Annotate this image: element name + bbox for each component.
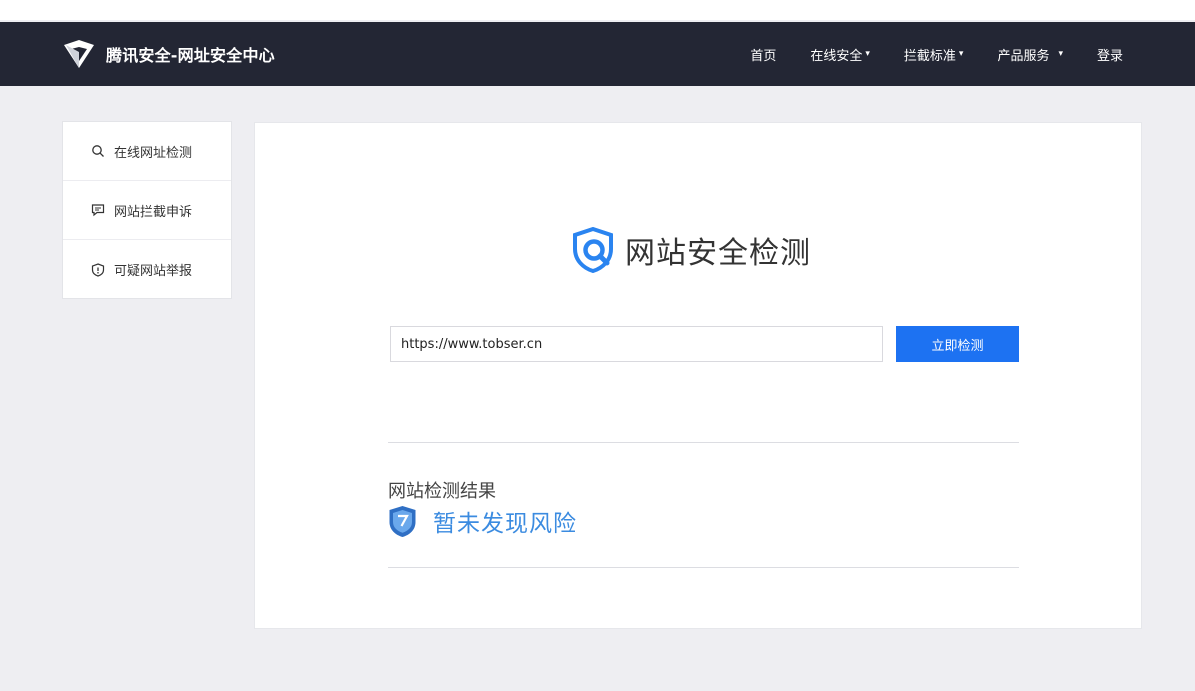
- sidebar: 在线网址检测 网站拦截申诉 可疑网站举报: [62, 121, 232, 299]
- nav-products-label: 产品服务: [997, 48, 1050, 64]
- nav-block-standards-label: 拦截标准: [903, 48, 956, 64]
- nav-login[interactable]: 登录: [1097, 45, 1123, 64]
- sidebar-item-report[interactable]: 可疑网站举报: [63, 240, 231, 299]
- divider: [388, 442, 1019, 443]
- tencent-security-logo-icon: [64, 40, 94, 68]
- nav-home[interactable]: 首页: [750, 45, 776, 64]
- sidebar-item-label: 在线网址检测: [114, 145, 193, 161]
- main-nav: 首页 在线安全 ▾ 拦截标准 ▾ 产品服务 ▾ 登录: [716, 22, 1123, 86]
- nav-online-security-label: 在线安全: [810, 48, 863, 64]
- page-title: 网站安全检测: [625, 236, 811, 271]
- sidebar-item-label: 可疑网站举报: [114, 264, 193, 279]
- result-heading: 网站检测结果: [388, 481, 496, 502]
- divider: [388, 567, 1019, 568]
- nav-products[interactable]: 产品服务 ▾: [997, 45, 1063, 64]
- result-status: 暂未发现风险: [388, 504, 577, 538]
- page-title-row: 网站安全检测: [571, 227, 811, 273]
- sidebar-item-appeal[interactable]: 网站拦截申诉: [63, 181, 231, 240]
- safe-shield-icon: [389, 505, 416, 537]
- comment-icon: [91, 203, 105, 217]
- brand-name: 腾讯安全-网址安全中心: [106, 46, 275, 65]
- nav-block-standards[interactable]: 拦截标准 ▾: [904, 45, 964, 64]
- sidebar-item-url-check[interactable]: 在线网址检测: [63, 122, 231, 181]
- top-navbar: 腾讯安全-网址安全中心 首页 在线安全 ▾ 拦截标准 ▾ 产品服务 ▾ 登录: [0, 22, 1195, 86]
- brand[interactable]: 腾讯安全-网址安全中心: [62, 38, 275, 70]
- search-icon: [91, 144, 105, 158]
- top-strip: [0, 0, 1195, 20]
- shield-alert-icon: [91, 262, 105, 277]
- result-text: 暂未发现风险: [433, 511, 577, 537]
- main-panel: 网站安全检测 立即检测 网站检测结果 暂未发现风险: [254, 122, 1142, 629]
- shield-search-icon: [573, 227, 613, 273]
- chevron-down-icon: ▾: [958, 49, 964, 59]
- sidebar-item-label: 网站拦截申诉: [114, 204, 193, 220]
- nav-online-security[interactable]: 在线安全 ▾: [810, 45, 870, 64]
- check-now-button[interactable]: 立即检测: [896, 326, 1019, 362]
- url-input[interactable]: [390, 326, 883, 362]
- chevron-down-icon: ▾: [865, 49, 870, 59]
- chevron-down-icon: ▾: [1058, 49, 1063, 59]
- nav-home-label: 首页: [750, 48, 777, 64]
- nav-login-label: 登录: [1096, 48, 1123, 64]
